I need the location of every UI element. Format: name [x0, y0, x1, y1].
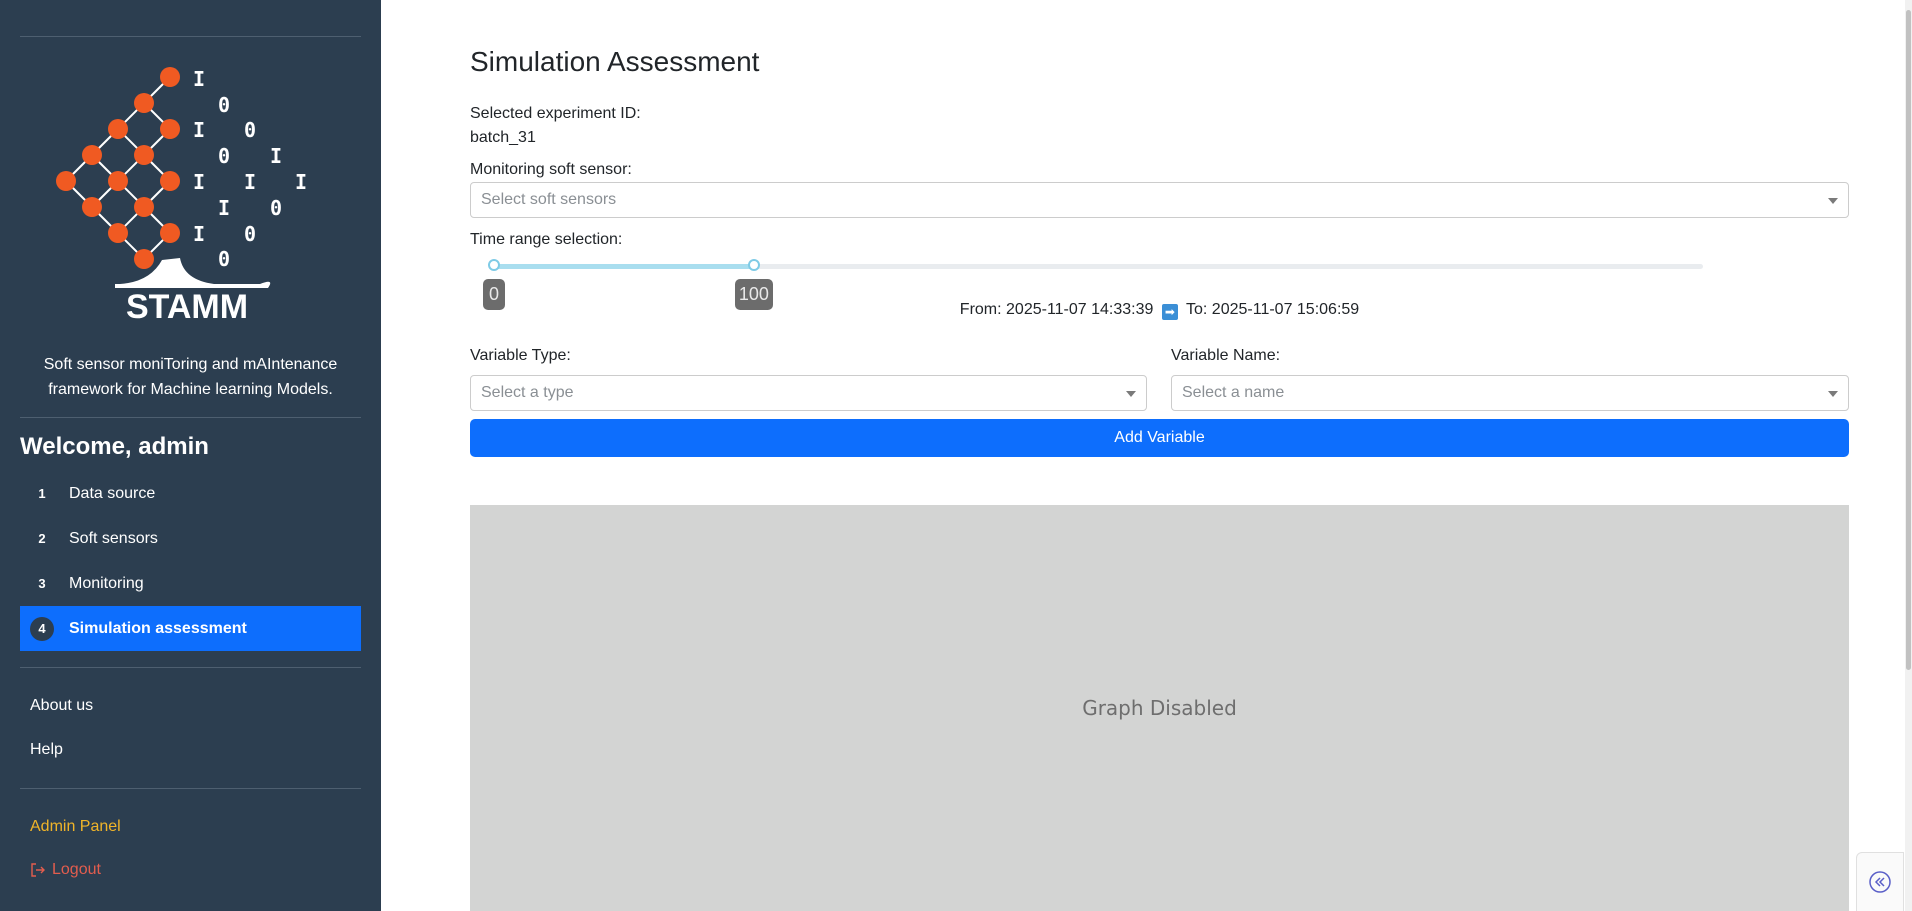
svg-text:0: 0: [218, 93, 230, 117]
variable-type-label: Variable Type:: [470, 347, 571, 364]
page-title: Simulation Assessment: [470, 46, 760, 77]
graph-placeholder: Graph Disabled: [470, 505, 1849, 911]
time-range-label: Time range selection:: [470, 231, 623, 248]
svg-text:0: 0: [218, 144, 230, 168]
soft-sensor-placeholder: Select soft sensors: [481, 191, 617, 208]
nav-item-label: Monitoring: [69, 574, 144, 592]
arrow-right-icon: ➡: [1161, 304, 1178, 320]
nav-item-label: Soft sensors: [69, 529, 158, 547]
help-link[interactable]: Help: [30, 741, 63, 759]
main-content: Simulation Assessment Selected experimen…: [381, 0, 1912, 911]
collapse-panel-button[interactable]: [1856, 852, 1904, 911]
app-tagline: Soft sensor moniToring and mAIntenance f…: [43, 356, 338, 398]
stamm-logo: I 0 I0 0I III I0 I0 0 STAMM: [56, 67, 307, 326]
logout-icon: [31, 863, 45, 877]
variable-name-label: Variable Name:: [1171, 347, 1281, 364]
soft-sensor-label: Monitoring soft sensor:: [470, 161, 632, 178]
sidebar-divider-top: [20, 36, 361, 37]
logout-label: Logout: [52, 861, 101, 878]
sidebar-divider: [20, 667, 361, 668]
admin-panel-link[interactable]: Admin Panel: [30, 818, 121, 836]
experiment-id-value: batch_31: [470, 129, 536, 146]
chevron-down-icon: [1828, 198, 1838, 204]
svg-text:0: 0: [270, 196, 282, 220]
svg-text:0: 0: [244, 118, 256, 142]
svg-text:I: I: [218, 196, 230, 220]
slider-start-handle[interactable]: [488, 259, 500, 271]
svg-text:I: I: [193, 222, 205, 246]
page-scrollbar[interactable]: [1905, 0, 1912, 911]
graph-disabled-text: Graph Disabled: [1082, 696, 1237, 720]
nav-step-number: 1: [38, 486, 46, 501]
svg-text:I: I: [193, 67, 205, 91]
svg-text:I: I: [193, 118, 205, 142]
nav-item-monitoring[interactable]: 3 Monitoring: [20, 561, 361, 606]
time-range-readout: From: 2025-11-07 14:33:39 ➡ To: 2025-11-…: [470, 301, 1849, 320]
svg-text:0: 0: [218, 247, 230, 271]
nav-step-number: 3: [38, 576, 46, 591]
nav-step-number: 2: [38, 531, 46, 546]
sidebar-divider: [20, 788, 361, 789]
soft-sensor-select[interactable]: Select soft sensors: [470, 182, 1849, 218]
scrollbar-thumb[interactable]: [1906, 10, 1911, 670]
range-from: From: 2025-11-07 14:33:39: [959, 301, 1154, 318]
add-variable-button[interactable]: Add Variable: [470, 419, 1849, 457]
nav-item-label: Data source: [69, 484, 156, 502]
experiment-id-label: Selected experiment ID:: [470, 105, 641, 122]
variable-name-select[interactable]: Select a name: [1171, 375, 1849, 411]
nav-step-number: 4: [30, 616, 54, 641]
variable-name-placeholder: Select a name: [1182, 384, 1285, 401]
svg-text:I: I: [244, 170, 256, 194]
sidebar-divider: [20, 417, 361, 418]
time-range-slider-fill: [494, 264, 754, 269]
logo-wordmark: STAMM: [126, 288, 248, 326]
nav-item-label: Simulation assessment: [69, 619, 247, 637]
svg-text:0: 0: [244, 222, 256, 246]
logout-link[interactable]: Logout: [30, 861, 101, 879]
variable-type-placeholder: Select a type: [481, 384, 574, 401]
nav-item-simulation-assessment[interactable]: 4 Simulation assessment: [20, 606, 361, 651]
welcome-heading: Welcome, admin: [20, 433, 209, 460]
range-to: To: 2025-11-07 15:06:59: [1186, 301, 1360, 318]
sidebar: I 0 I0 0I III I0 I0 0 STAMM Soft sensor …: [0, 0, 381, 911]
variable-type-select[interactable]: Select a type: [470, 375, 1147, 411]
chevron-down-icon: [1126, 391, 1136, 397]
about-us-link[interactable]: About us: [30, 697, 93, 715]
double-chevron-left-icon: [1869, 871, 1891, 893]
nav-item-data-source[interactable]: 1 Data source: [20, 471, 361, 516]
slider-end-handle[interactable]: [747, 259, 760, 271]
chevron-down-icon: [1828, 391, 1838, 397]
svg-text:I: I: [193, 170, 205, 194]
svg-text:I: I: [295, 170, 307, 194]
nav-item-soft-sensors[interactable]: 2 Soft sensors: [20, 516, 361, 561]
svg-text:I: I: [270, 144, 282, 168]
